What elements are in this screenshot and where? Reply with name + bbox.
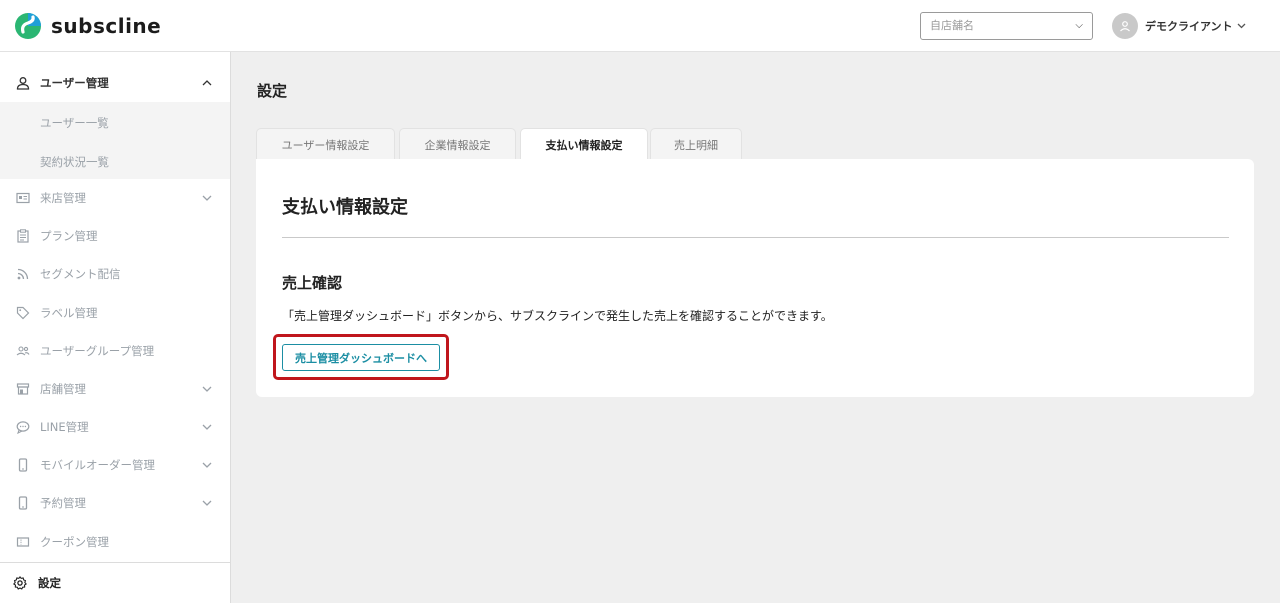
- phone-icon: [18, 496, 28, 510]
- section-description: 「売上管理ダッシュボード」ボタンから、サブスクラインで発生した売上を確認すること…: [282, 309, 833, 323]
- ticket-icon: [16, 537, 30, 547]
- sidebar-item-label: ユーザー管理: [40, 76, 109, 90]
- tab-user-info-settings[interactable]: ユーザー情報設定: [256, 128, 395, 160]
- tab-label: ユーザー情報設定: [281, 138, 370, 152]
- sidebar-item-label: プラン管理: [40, 229, 98, 243]
- sidebar-item-label: 店舗管理: [40, 382, 86, 396]
- app-logo[interactable]: subscline: [13, 12, 161, 40]
- chevron-down-icon: ⌵: [1075, 20, 1083, 31]
- store-select-placeholder: 自店舗名: [930, 19, 974, 32]
- tab-label: 支払い情報設定: [545, 139, 623, 152]
- sidebar-item-visit-management[interactable]: 来店管理: [0, 179, 230, 217]
- person-icon: [16, 77, 30, 90]
- sidebar-item-store-management[interactable]: 店舗管理: [0, 370, 230, 408]
- sidebar-item-reservation-management[interactable]: 予約管理: [0, 484, 230, 522]
- sidebar-item-label: クーポン管理: [40, 535, 109, 549]
- top-header: subscline 自店舗名 ⌵ デモクライアント: [0, 0, 1280, 52]
- sidebar-item-label-management[interactable]: ラベル管理: [0, 294, 230, 332]
- sidebar-item-mobile-order-management[interactable]: モバイルオーダー管理: [0, 446, 230, 484]
- rss-icon: [17, 268, 29, 280]
- chevron-down-icon: [202, 500, 212, 506]
- store-select[interactable]: 自店舗名 ⌵: [920, 12, 1093, 40]
- avatar: [1112, 13, 1138, 39]
- sidebar-subitem-user-list[interactable]: ユーザー一覧: [40, 115, 109, 131]
- people-icon: [16, 346, 30, 356]
- gear-icon: [13, 576, 27, 590]
- sidebar: ユーザー管理 ユーザー一覧 契約状況一覧 来店管理 プラン管理 セグメント配信 …: [0, 52, 231, 603]
- sidebar-item-line-management[interactable]: LINE管理: [0, 408, 230, 446]
- sidebar-item-label: ユーザーグループ管理: [40, 344, 155, 358]
- clipboard-icon: [17, 229, 29, 243]
- sales-dashboard-button[interactable]: 売上管理ダッシュボードへ: [282, 344, 440, 371]
- sidebar-item-label: 設定: [38, 576, 61, 590]
- tab-sales-details[interactable]: 売上明細: [650, 128, 742, 160]
- sidebar-item-label: ラベル管理: [40, 306, 98, 320]
- chevron-down-icon: [202, 424, 212, 430]
- sidebar-item-label: LINE管理: [40, 420, 89, 434]
- settings-card: 支払い情報設定 売上確認 「売上管理ダッシュボード」ボタンから、サブスクラインで…: [256, 159, 1254, 397]
- sidebar-item-label: 予約管理: [40, 496, 86, 510]
- tab-company-info-settings[interactable]: 企業情報設定: [399, 128, 516, 160]
- tab-label: 売上明細: [674, 138, 718, 152]
- logo-icon: [15, 13, 41, 39]
- card-title: 支払い情報設定: [282, 197, 408, 218]
- page-title: 設定: [257, 82, 288, 100]
- sidebar-item-label: 来店管理: [40, 191, 86, 205]
- store-icon: [16, 383, 30, 395]
- tab-payment-info-settings[interactable]: 支払い情報設定: [520, 128, 648, 161]
- sidebar-item-coupon-management[interactable]: クーポン管理: [0, 523, 230, 561]
- tag-icon: [16, 306, 30, 320]
- chevron-down-icon: [1237, 23, 1246, 29]
- chat-icon: [16, 421, 30, 434]
- sidebar-item-label: モバイルオーダー管理: [40, 458, 155, 472]
- phone-icon: [18, 458, 28, 472]
- chevron-down-icon: [202, 386, 212, 392]
- section-title: 売上確認: [282, 274, 343, 292]
- sidebar-subgroup: ユーザー一覧 契約状況一覧: [0, 102, 230, 179]
- sidebar-item-settings[interactable]: 設定: [0, 562, 230, 603]
- user-name: デモクライアント: [1145, 20, 1233, 33]
- sidebar-item-plan-management[interactable]: プラン管理: [0, 217, 230, 255]
- user-icon: [1120, 21, 1130, 32]
- tab-label: 企業情報設定: [424, 138, 491, 152]
- logo-text: subscline: [51, 14, 162, 38]
- id-card-icon: [16, 192, 30, 204]
- sidebar-item-segment-delivery[interactable]: セグメント配信: [0, 255, 230, 293]
- card-divider: [282, 237, 1229, 238]
- sidebar-subitem-contract-status[interactable]: 契約状況一覧: [40, 154, 109, 170]
- user-menu[interactable]: デモクライアント: [1112, 13, 1246, 39]
- chevron-down-icon: [202, 195, 212, 201]
- sidebar-item-label: セグメント配信: [40, 267, 121, 281]
- sidebar-item-user-group-management[interactable]: ユーザーグループ管理: [0, 332, 230, 370]
- chevron-down-icon: [202, 462, 212, 468]
- sidebar-item-user-management[interactable]: ユーザー管理: [0, 64, 230, 102]
- chevron-up-icon: [202, 80, 212, 86]
